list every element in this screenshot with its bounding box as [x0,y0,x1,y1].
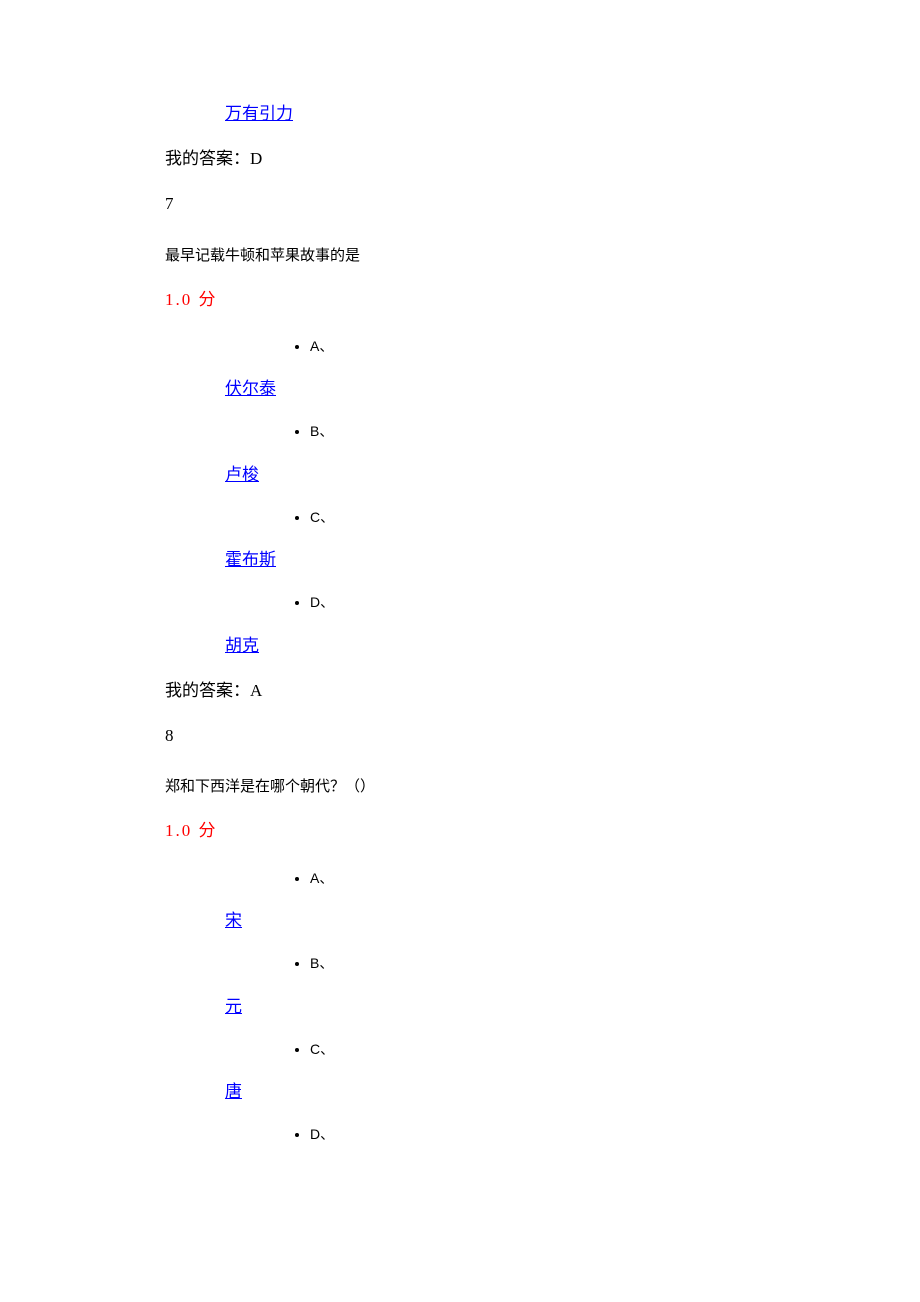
q8-option-b-link[interactable]: 元 [225,993,242,1020]
q8-option-c-label: C、 [310,1038,755,1060]
q7-option-c-label: C、 [310,506,755,528]
q7-option-b-bullet: B、 [310,420,755,442]
q7-question-text: 最早记载牛顿和苹果故事的是 [165,244,755,268]
q8-option-c-link[interactable]: 唐 [225,1078,242,1105]
q7-option-d-label: D、 [310,591,755,613]
q7-option-d-link[interactable]: 胡克 [225,632,259,659]
q8-option-a-link[interactable]: 宋 [225,907,242,934]
q7-option-a-link[interactable]: 伏尔泰 [225,375,276,402]
q7-option-c-link[interactable]: 霍布斯 [225,546,276,573]
q8-option-b-label: B、 [310,952,755,974]
q7-option-a-label: A、 [310,335,755,357]
q8-option-d-bullet: D、 [310,1123,755,1145]
q7-number: 7 [165,190,755,217]
q8-option-c-bullet: C、 [310,1038,755,1060]
q8-number: 8 [165,722,755,749]
q6-my-answer: 我的答案：D [165,145,755,172]
q8-option-b-bullet: B、 [310,952,755,974]
q8-score: 1.0 分 [165,817,755,844]
q7-option-b-label: B、 [310,420,755,442]
q8-option-a-bullet: A、 [310,867,755,889]
q8-option-d-label: D、 [310,1123,755,1145]
q7-option-c-bullet: C、 [310,506,755,528]
q7-score: 1.0 分 [165,286,755,313]
q7-option-b-link[interactable]: 卢梭 [225,461,259,488]
q8-question-text: 郑和下西洋是在哪个朝代？（） [165,775,755,799]
q7-option-d-bullet: D、 [310,591,755,613]
q7-option-a-bullet: A、 [310,335,755,357]
q8-option-a-label: A、 [310,867,755,889]
q7-my-answer: 我的答案：A [165,677,755,704]
q6-option-d-link[interactable]: 万有引力 [225,100,293,127]
